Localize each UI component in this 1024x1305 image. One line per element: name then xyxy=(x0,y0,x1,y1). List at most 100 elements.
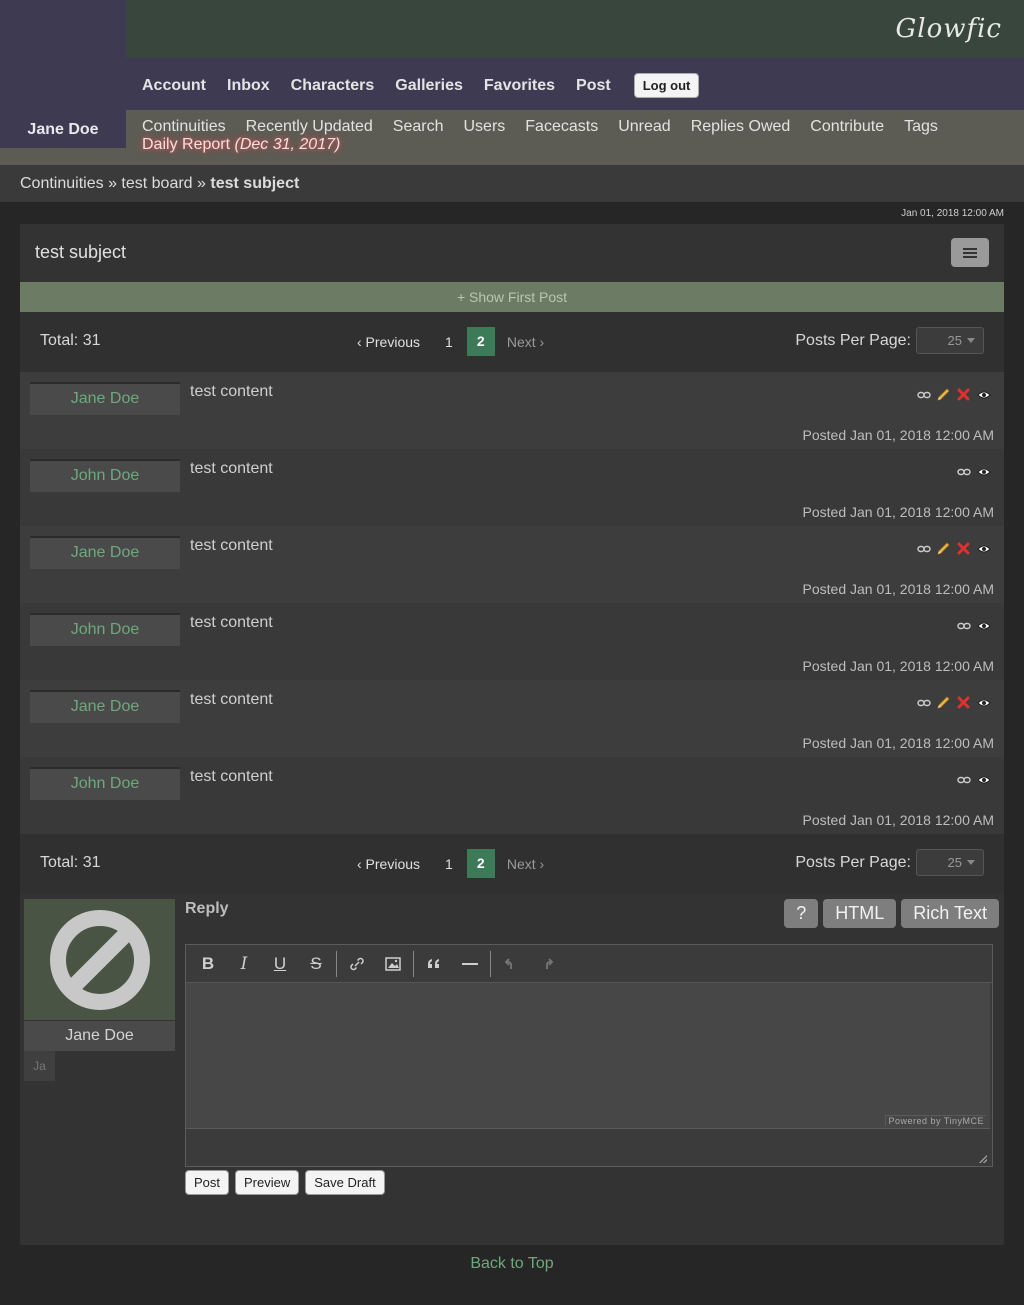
character-avatar[interactable] xyxy=(24,899,175,1020)
link-button[interactable] xyxy=(339,949,375,979)
preview-button[interactable]: Preview xyxy=(235,1170,300,1195)
html-mode-button[interactable]: HTML xyxy=(823,899,897,928)
previous-page-link[interactable]: ‹ Previous xyxy=(357,856,420,872)
delete-icon[interactable] xyxy=(956,695,971,710)
site-logo[interactable]: Glowfic xyxy=(896,14,1003,44)
permalink-icon[interactable] xyxy=(916,541,931,556)
undo-button[interactable] xyxy=(493,949,529,979)
subnav-search[interactable]: Search xyxy=(393,118,444,136)
subnav-users[interactable]: Users xyxy=(464,118,506,136)
reply-content: test content xyxy=(190,614,273,631)
nav-characters[interactable]: Characters xyxy=(291,77,375,95)
current-page: 2 xyxy=(466,327,495,356)
eye-icon[interactable] xyxy=(976,464,991,479)
nav-galleries[interactable]: Galleries xyxy=(395,77,463,95)
previous-page-link[interactable]: ‹ Previous xyxy=(357,334,420,350)
pager: ‹ Previous 1 2 Next › xyxy=(357,327,544,356)
redo-button[interactable] xyxy=(529,949,565,979)
sub-nav: Continuities Recently Updated Search Use… xyxy=(142,118,938,136)
permalink-icon[interactable] xyxy=(956,464,971,479)
current-user-name[interactable]: Jane Doe xyxy=(0,121,126,139)
subnav-replies-owed[interactable]: Replies Owed xyxy=(691,118,791,136)
eye-icon[interactable] xyxy=(976,695,991,710)
subnav-facecasts[interactable]: Facecasts xyxy=(525,118,598,136)
back-to-top-link[interactable]: Back to Top xyxy=(0,1255,1024,1273)
edit-pencil-icon[interactable] xyxy=(936,387,951,402)
per-page: Posts Per Page: 25 xyxy=(795,327,984,354)
nav-inbox[interactable]: Inbox xyxy=(227,77,270,95)
total-count: Total: 31 xyxy=(40,854,101,871)
edit-pencil-icon[interactable] xyxy=(936,695,951,710)
nav-favorites[interactable]: Favorites xyxy=(484,77,555,95)
reply-author[interactable]: John Doe xyxy=(30,613,180,646)
edit-pencil-icon[interactable] xyxy=(936,541,951,556)
reply-content: test content xyxy=(190,537,273,554)
image-button[interactable] xyxy=(375,949,411,979)
nav-account[interactable]: Account xyxy=(142,77,206,95)
breadcrumb-current: test subject xyxy=(210,175,300,192)
post-button[interactable]: Post xyxy=(185,1170,230,1195)
breadcrumb-separator: » xyxy=(108,175,117,192)
powered-by-tinymce[interactable]: Powered by TinyMCE xyxy=(885,1115,986,1126)
eye-icon[interactable] xyxy=(976,541,991,556)
reply-actions xyxy=(916,387,991,402)
eye-icon[interactable] xyxy=(976,387,991,402)
rich-text-mode-button[interactable]: Rich Text xyxy=(901,899,999,928)
blockquote-button[interactable] xyxy=(416,949,452,979)
reply-author[interactable]: Jane Doe xyxy=(30,690,180,723)
permalink-icon[interactable] xyxy=(916,387,931,402)
permalink-icon[interactable] xyxy=(916,695,931,710)
save-draft-button[interactable]: Save Draft xyxy=(305,1170,385,1195)
italic-button[interactable]: I xyxy=(226,949,262,979)
show-first-post-button[interactable]: + Show First Post xyxy=(20,282,1004,312)
breadcrumb-continuities[interactable]: Continuities xyxy=(20,175,104,192)
reply-content: test content xyxy=(190,691,273,708)
eye-icon[interactable] xyxy=(976,772,991,787)
reply-timestamp: Posted Jan 01, 2018 12:00 AM xyxy=(802,581,994,597)
daily-report-link[interactable]: Daily Report (Dec 31, 2017) xyxy=(142,136,340,154)
subnav-tags[interactable]: Tags xyxy=(904,118,938,136)
delete-icon[interactable] xyxy=(956,387,971,402)
page-link-1[interactable]: 1 xyxy=(445,334,453,350)
underline-button[interactable]: U xyxy=(262,949,298,979)
character-name[interactable]: Jane Doe xyxy=(24,1021,175,1051)
subnav-recently-updated[interactable]: Recently Updated xyxy=(246,118,373,136)
permalink-icon[interactable] xyxy=(956,772,971,787)
logout-button[interactable]: Log out xyxy=(633,73,700,98)
toolbar-divider xyxy=(336,950,337,977)
character-alias[interactable]: Ja xyxy=(24,1051,55,1081)
breadcrumb-board[interactable]: test board xyxy=(121,175,192,192)
help-button[interactable]: ? xyxy=(784,899,819,928)
editor-status-bar xyxy=(186,1128,990,1166)
subnav-unread[interactable]: Unread xyxy=(618,118,670,136)
delete-icon[interactable] xyxy=(956,541,971,556)
toolbar-divider xyxy=(413,950,414,977)
reply-author[interactable]: Jane Doe xyxy=(30,382,180,415)
per-page-select[interactable]: 25 xyxy=(916,849,984,876)
reply-actions xyxy=(916,695,991,710)
reply-author[interactable]: John Doe xyxy=(30,459,180,492)
reply-row: John Doe test content Posted Jan 01, 2018 … xyxy=(20,757,1004,834)
bold-button[interactable]: B xyxy=(190,949,226,979)
reply-content: test content xyxy=(190,383,273,400)
hamburger-icon xyxy=(963,251,977,254)
image-icon xyxy=(385,956,401,971)
pager: ‹ Previous 1 2 Next › xyxy=(357,849,544,878)
reply-author[interactable]: John Doe xyxy=(30,767,180,800)
post-menu-button[interactable] xyxy=(951,238,989,267)
permalink-icon[interactable] xyxy=(956,618,971,633)
resize-grip-icon[interactable] xyxy=(979,1155,987,1163)
chevron-down-icon xyxy=(967,338,975,343)
eye-icon[interactable] xyxy=(976,618,991,633)
strikethrough-button[interactable]: S xyxy=(298,949,334,979)
subnav-contribute[interactable]: Contribute xyxy=(810,118,884,136)
page-link-1[interactable]: 1 xyxy=(445,856,453,872)
horizontal-rule-button[interactable] xyxy=(452,949,488,979)
nav-post[interactable]: Post xyxy=(576,77,611,95)
subnav-continuities[interactable]: Continuities xyxy=(142,118,226,136)
reply-author[interactable]: Jane Doe xyxy=(30,536,180,569)
reply-text-area[interactable]: Powered by TinyMCE xyxy=(186,983,990,1128)
editor-toolbar: B I U S xyxy=(186,945,992,983)
redo-icon xyxy=(546,957,554,969)
per-page-select[interactable]: 25 xyxy=(916,327,984,354)
